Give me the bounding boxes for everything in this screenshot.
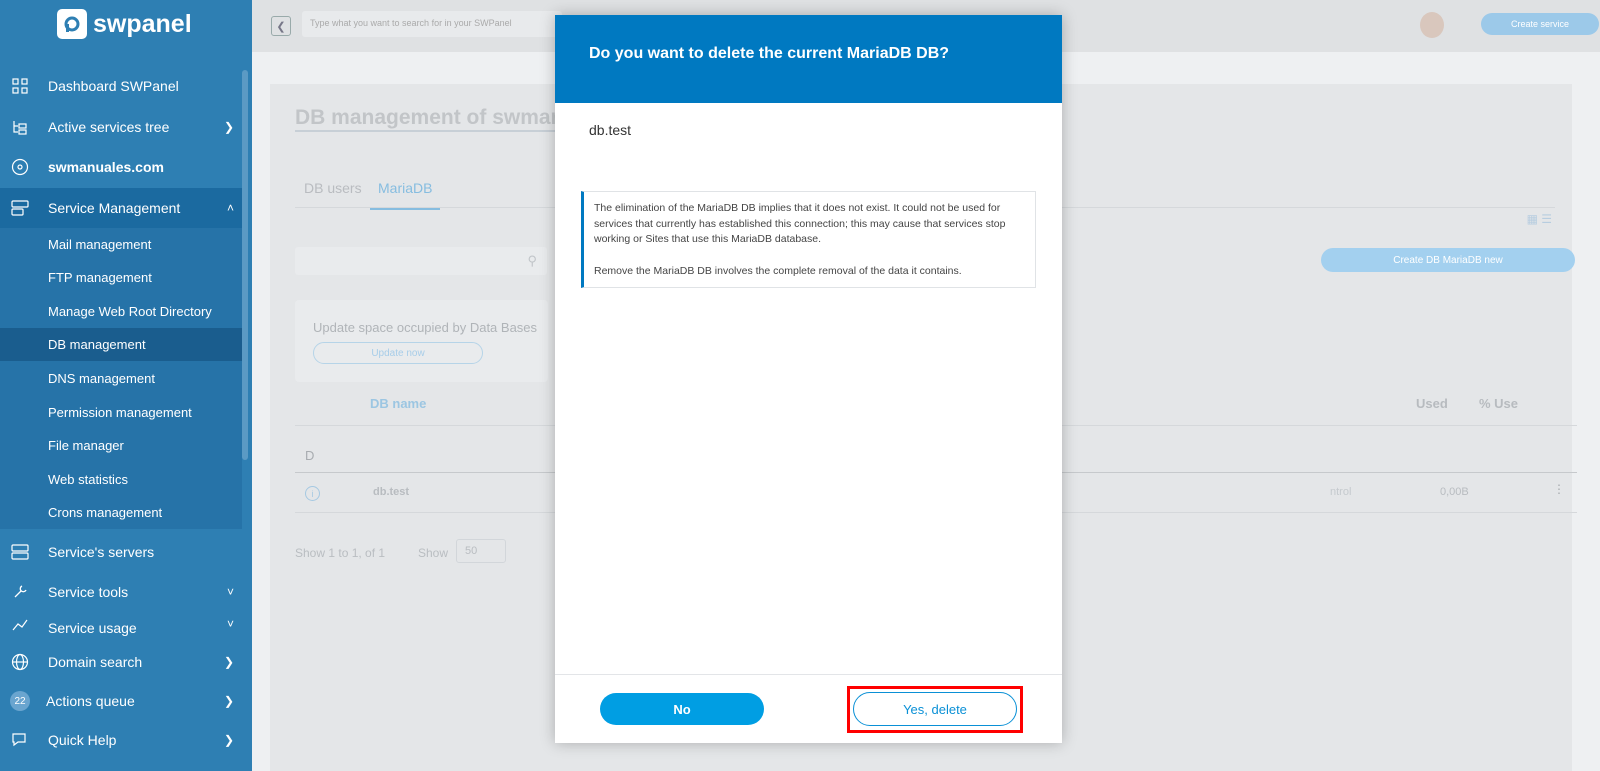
chevron-right-icon: ❯: [223, 733, 234, 747]
page-title: DB management of swmar: [295, 106, 559, 132]
db-search-input[interactable]: ⚲: [295, 247, 547, 275]
sidebar-subitem-db[interactable]: DB management: [0, 328, 242, 361]
sidebar-item-service-tools[interactable]: Service tools ˅: [0, 572, 242, 612]
more-options-icon[interactable]: ⋮: [1553, 482, 1565, 496]
create-service-button[interactable]: Create service: [1481, 13, 1599, 35]
sidebar-item-domain[interactable]: swmanuales.com: [0, 147, 242, 187]
sidebar-subitem-label: Web statistics: [48, 472, 128, 487]
sidebar-subitem-crons[interactable]: Crons management: [0, 496, 242, 529]
sidebar-item-label: Domain search: [48, 654, 143, 670]
sidebar-item-label: Quick Help: [48, 732, 117, 748]
sidebar-item-label: Service usage: [48, 620, 137, 636]
update-space-panel: Update space occupied by Data Bases Upda…: [295, 300, 548, 382]
tree-icon: [10, 117, 30, 137]
highlight-box: [847, 686, 1023, 733]
sidebar-subitem-label: Manage Web Root Directory: [48, 304, 212, 319]
page-size-label: Show: [418, 546, 449, 560]
modal-header: Do you want to delete the current MariaD…: [555, 15, 1062, 103]
group-letter: D: [305, 448, 315, 463]
sidebar-subitem-label: File manager: [48, 438, 124, 453]
sidebar-subitem-file-manager[interactable]: File manager: [0, 429, 242, 462]
chevron-down-icon: ˅: [226, 617, 234, 631]
warning-text-1: The elimination of the MariaDB DB implie…: [594, 202, 1006, 245]
sidebar-subitem-label: DNS management: [48, 371, 155, 386]
sidebar-item-label: swmanuales.com: [48, 159, 164, 175]
modal-title: Do you want to delete the current MariaD…: [589, 45, 950, 62]
server-icon: [10, 542, 30, 562]
wrench-icon: [10, 582, 30, 602]
column-header-db-name[interactable]: DB name: [370, 396, 426, 411]
table-row-control[interactable]: ntrol: [1330, 486, 1351, 498]
sidebar-subitem-mail[interactable]: Mail management: [0, 228, 242, 261]
search-icon: ⚲: [527, 253, 537, 268]
sidebar-item-actions-queue[interactable]: 22 Actions queue ❯: [0, 681, 242, 721]
tab-mariadb[interactable]: MariaDB: [370, 180, 441, 210]
sidebar-item-dashboard[interactable]: Dashboard SWPanel: [0, 66, 242, 106]
warning-text-2: Remove the MariaDB DB involves the compl…: [594, 264, 962, 277]
chevron-right-icon: ❯: [223, 655, 234, 669]
logo-text: swpanel: [93, 9, 192, 38]
view-toggle-icon[interactable]: ▦ ☰: [1527, 212, 1552, 226]
update-now-button[interactable]: Update now: [313, 342, 483, 364]
sidebar-item-service-usage[interactable]: Service usage ˅: [0, 612, 242, 636]
sidebar-item-label: Service tools: [48, 584, 129, 600]
service-management-icon: [10, 198, 30, 218]
chevron-down-icon: ˅: [226, 585, 234, 599]
global-search-input[interactable]: Type what you want to search for in your…: [302, 11, 562, 37]
globe-icon: [10, 652, 30, 672]
no-button[interactable]: No: [600, 693, 764, 725]
sidebar-scrollbar[interactable]: [242, 70, 248, 460]
sidebar: swpanel Dashboard SWPanel Active service…: [0, 0, 252, 771]
table-row-name[interactable]: db.test: [373, 486, 409, 498]
chevron-up-icon: ˄: [226, 201, 234, 215]
modal-db-name: db.test: [589, 122, 632, 138]
sidebar-subitem-label: FTP management: [48, 270, 152, 285]
sidebar-subitem-dns[interactable]: DNS management: [0, 362, 242, 395]
info-icon[interactable]: i: [305, 486, 320, 501]
sidebar-item-label: Dashboard SWPanel: [48, 78, 179, 94]
sidebar-item-active-services-tree[interactable]: Active services tree ❯: [0, 107, 242, 147]
sidebar-subitem-web-statistics[interactable]: Web statistics: [0, 463, 242, 496]
table-row-used: 0,00B: [1440, 486, 1469, 498]
sidebar-subitem-web-root[interactable]: Manage Web Root Directory: [0, 295, 242, 328]
domain-icon: [10, 157, 30, 177]
sidebar-subitem-ftp[interactable]: FTP management: [0, 261, 242, 294]
sidebar-item-label: Active services tree: [48, 119, 170, 135]
avatar[interactable]: [1420, 12, 1444, 38]
help-icon: [10, 730, 30, 750]
pagination-summary: Show 1 to 1, of 1: [295, 546, 386, 560]
sidebar-subitem-label: Permission management: [48, 405, 192, 420]
sidebar-item-domain-search[interactable]: Domain search ❯: [0, 642, 242, 682]
chevron-right-icon: ❯: [223, 120, 234, 134]
column-header-used[interactable]: Used: [1416, 396, 1448, 411]
sidebar-item-servers[interactable]: Service's servers: [0, 532, 242, 572]
logo-icon: [57, 9, 87, 39]
delete-db-modal: Do you want to delete the current MariaD…: [555, 15, 1062, 743]
chart-icon: [10, 614, 30, 634]
sidebar-subitem-label: Crons management: [48, 505, 163, 520]
sidebar-item-label: Service Management: [48, 200, 181, 216]
warning-box: The elimination of the MariaDB DB implie…: [581, 191, 1036, 288]
sidebar-subitem-label: DB management: [48, 337, 146, 352]
sidebar-toggle-icon[interactable]: ❮: [271, 16, 291, 36]
sidebar-item-service-management[interactable]: Service Management ˄: [0, 188, 242, 228]
sidebar-subitem-label: Mail management: [48, 237, 152, 252]
sidebar-item-label: Service's servers: [48, 544, 155, 560]
create-db-button[interactable]: Create DB MariaDB new: [1321, 248, 1575, 272]
sidebar-item-quick-help[interactable]: Quick Help ❯: [0, 720, 242, 760]
sidebar-subitem-permission[interactable]: Permission management: [0, 396, 242, 429]
chevron-right-icon: ❯: [223, 694, 234, 708]
column-header-percent[interactable]: % Use: [1479, 396, 1518, 411]
dashboard-icon: [10, 76, 30, 96]
sidebar-item-label: Actions queue: [46, 693, 135, 709]
queue-badge: 22: [10, 691, 30, 711]
update-space-title: Update space occupied by Data Bases: [313, 320, 538, 335]
swpanel-logo[interactable]: swpanel: [57, 8, 192, 40]
page-size-select[interactable]: 50: [456, 539, 506, 563]
modal-footer-divider: [555, 674, 1062, 675]
tab-db-users[interactable]: DB users: [304, 180, 362, 208]
